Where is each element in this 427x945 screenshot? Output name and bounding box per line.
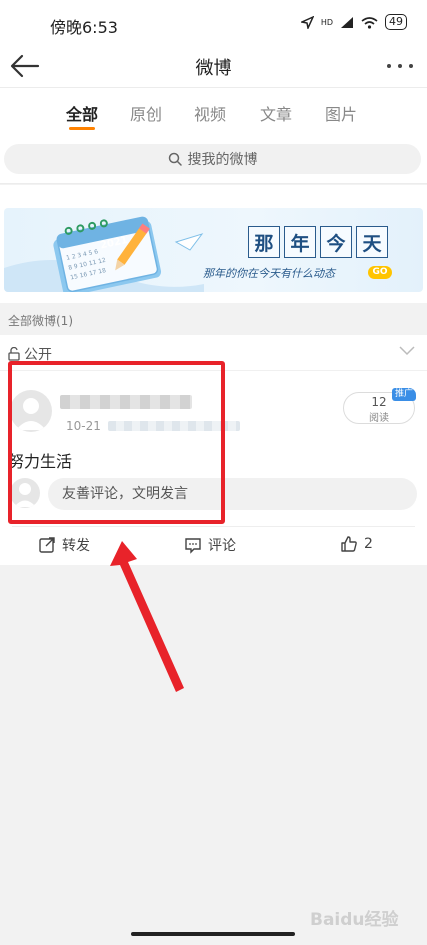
annotation-arrow xyxy=(110,541,184,692)
watermark: Baidu经验 xyxy=(310,910,399,930)
home-indicator xyxy=(131,932,295,936)
